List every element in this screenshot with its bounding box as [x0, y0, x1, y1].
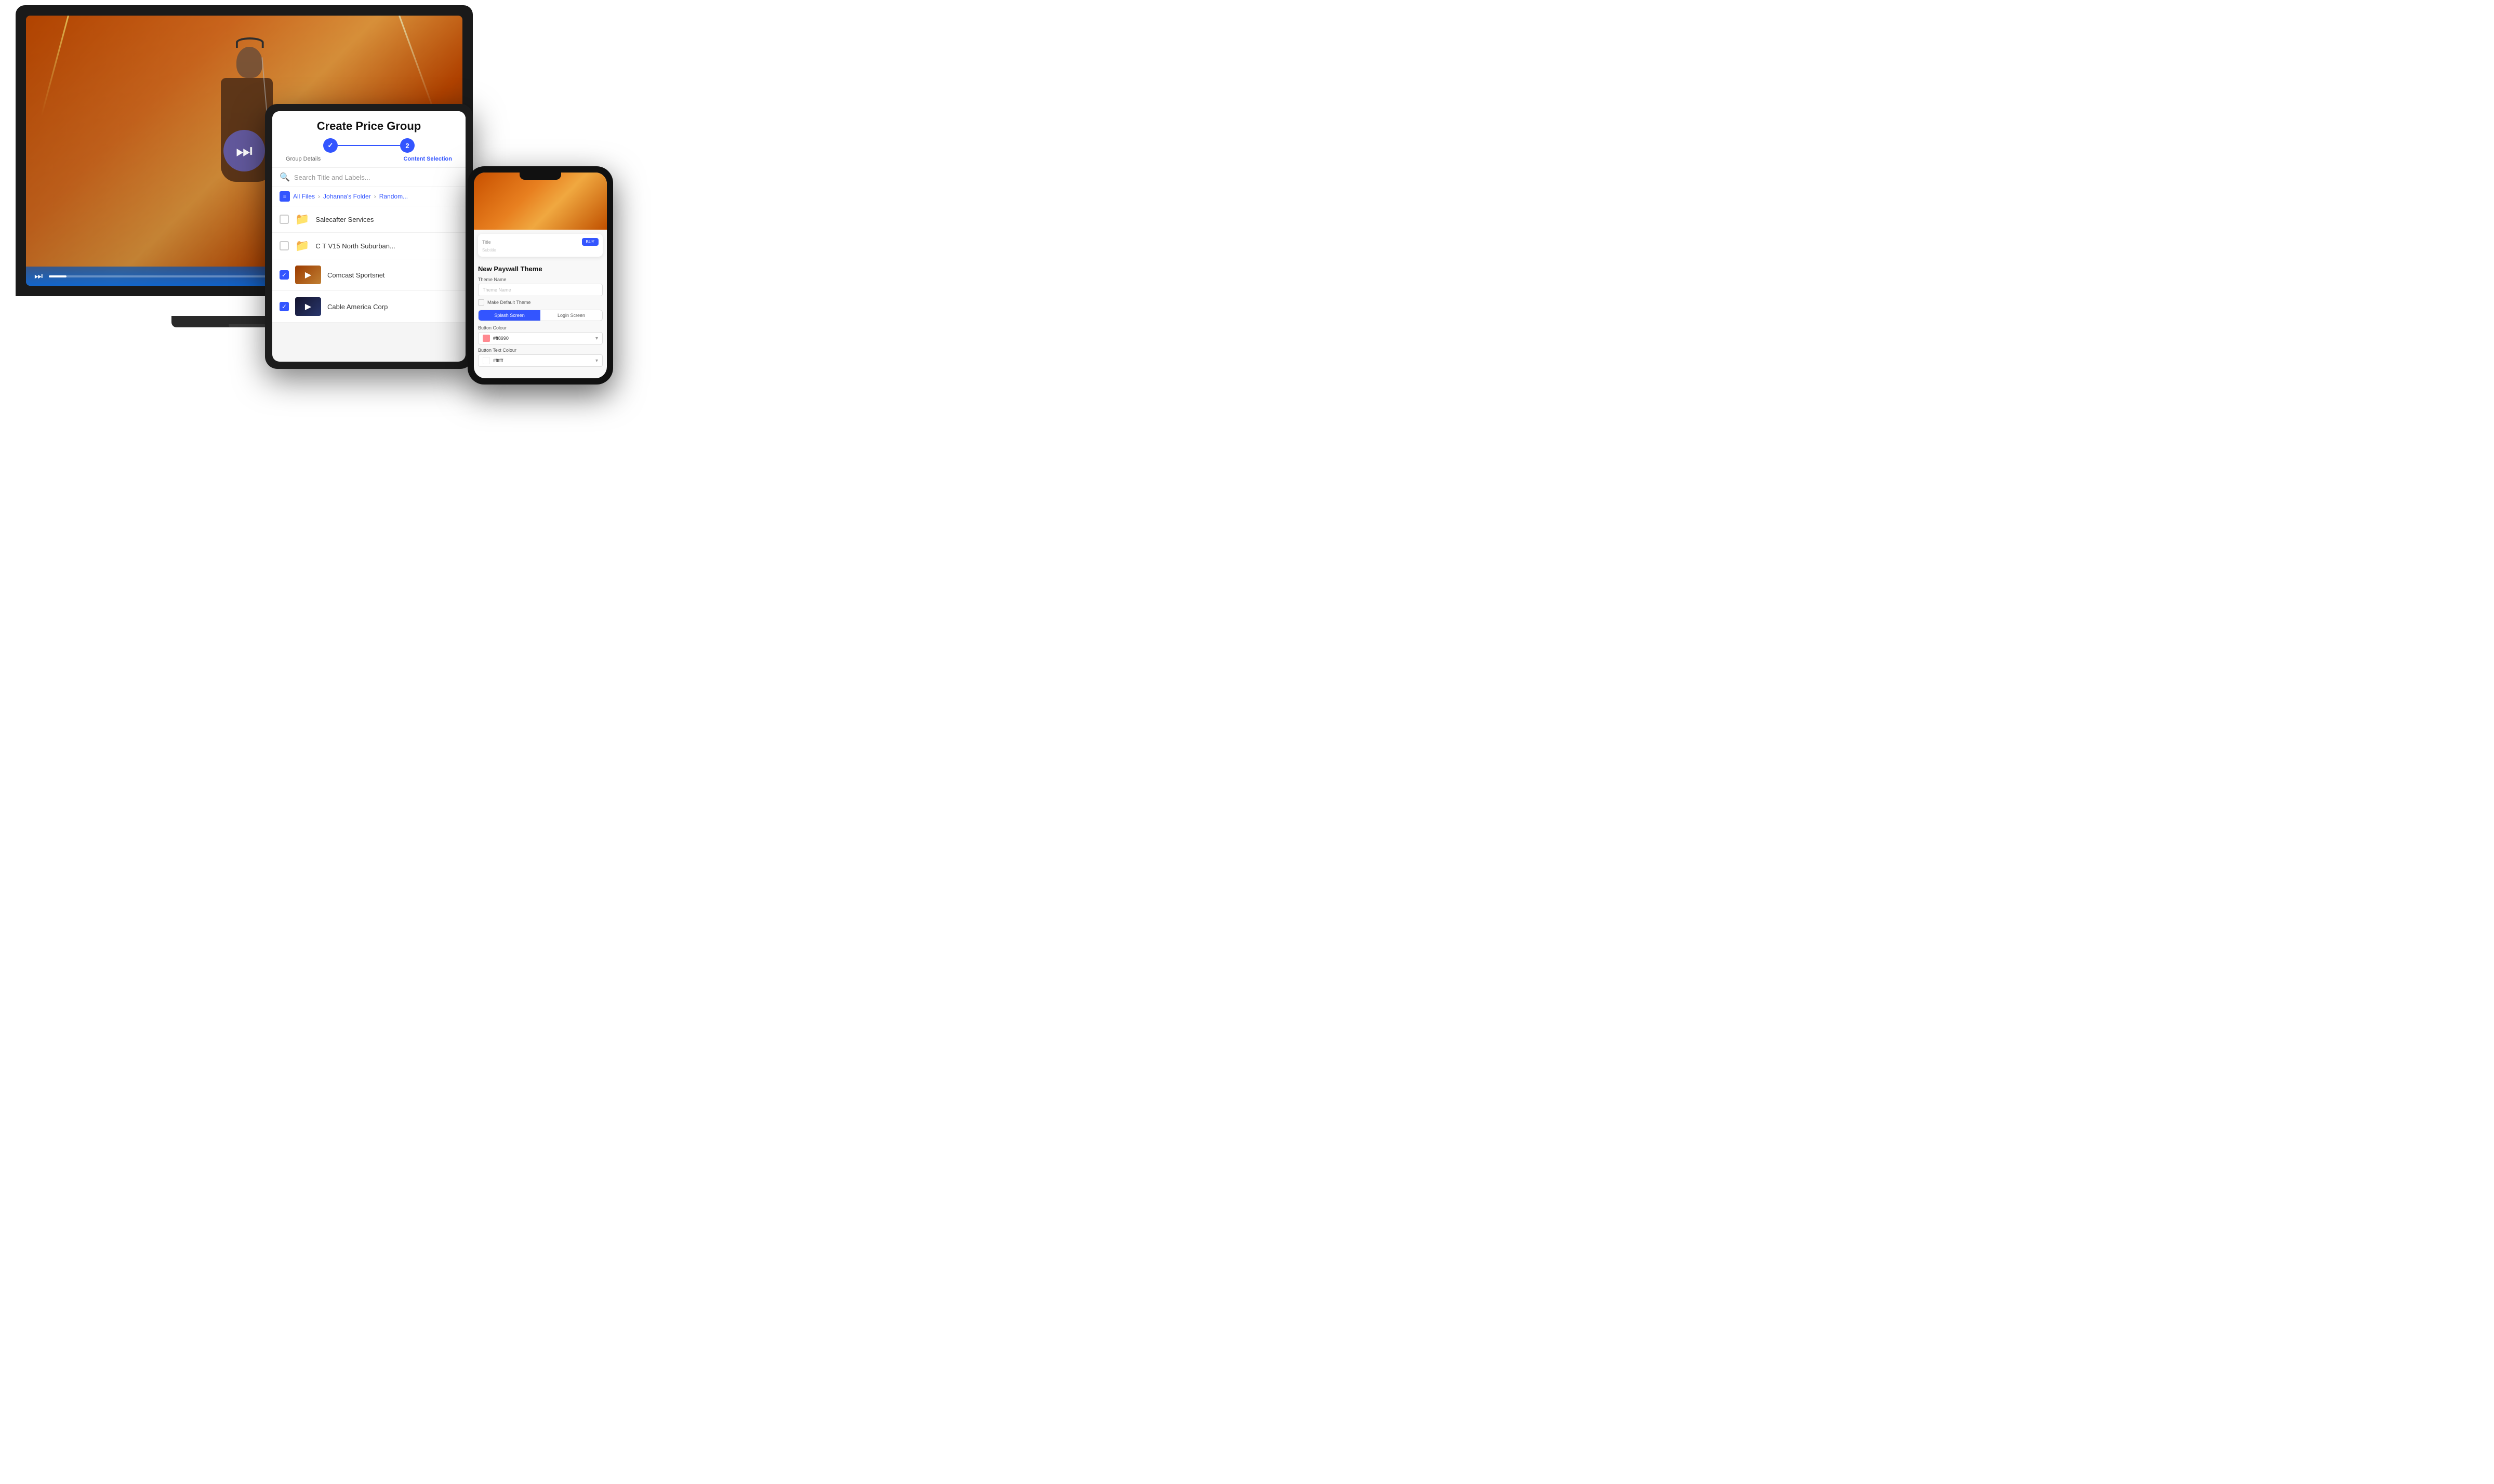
folder-icon-1: 📁	[295, 213, 309, 226]
file-list: 📁 Salecafter Services 📁 C T V15 North Su…	[272, 206, 466, 323]
file-checkbox-4[interactable]: ✓	[280, 302, 289, 311]
breadcrumb-sep2: ›	[374, 193, 376, 200]
breadcrumb-part2[interactable]: Johanna's Folder	[323, 193, 371, 200]
breadcrumb-part3[interactable]: Random...	[379, 193, 408, 200]
phone-screen: Title BUY Subtitle New Paywall Theme The…	[474, 173, 607, 378]
progress-fill	[49, 275, 67, 277]
step-2-circle: 2	[400, 138, 415, 153]
buy-button[interactable]: BUY	[582, 238, 599, 246]
breadcrumb-part1[interactable]: All Files	[293, 193, 315, 200]
screen-tabs: Splash Screen Login Screen	[478, 310, 603, 321]
button-text-value: #ffffff	[493, 358, 503, 363]
file-name-4: Cable America Corp	[327, 303, 458, 311]
button-text-picker[interactable]: #ffffff ▾	[478, 354, 603, 367]
default-theme-checkbox[interactable]	[478, 299, 484, 306]
file-row: 📁 Salecafter Services	[272, 206, 466, 233]
form-section-title: New Paywall Theme	[478, 265, 603, 273]
breadcrumb-bar: ≡ All Files › Johanna's Folder › Random.…	[272, 187, 466, 206]
tab-splash-screen[interactable]: Splash Screen	[479, 310, 540, 321]
play-button[interactable]: ⏭	[34, 271, 43, 282]
default-theme-label: Make Default Theme	[487, 300, 530, 305]
video-thumb-4: ▶	[295, 297, 321, 316]
breadcrumb-sep1: ›	[318, 193, 320, 200]
theme-name-input[interactable]: Theme Name	[478, 284, 603, 296]
step-2-label: Content Selection	[403, 156, 452, 162]
file-checkbox-2[interactable]	[280, 241, 289, 250]
file-name-2: C T V15 North Suburban...	[315, 242, 458, 250]
file-checkbox-3[interactable]: ✓	[280, 270, 289, 280]
button-colour-value: #ff8990	[493, 336, 509, 341]
phone-video-header	[474, 173, 607, 230]
default-theme-row: Make Default Theme	[478, 299, 603, 306]
play-skip-button[interactable]	[223, 130, 265, 171]
step-connector	[338, 145, 400, 146]
folder-icon: ≡	[280, 191, 290, 202]
phone-form: New Paywall Theme Theme Name Theme Name …	[474, 261, 607, 378]
folder-icon-2: 📁	[295, 239, 309, 253]
tablet: Create Price Group ✓ 2 Group Details Con…	[265, 104, 473, 369]
step-1-circle: ✓	[323, 138, 338, 153]
button-colour-picker[interactable]: #ff8990 ▾	[478, 332, 603, 344]
thumb-play-3: ▶	[295, 266, 321, 284]
file-name-3: Comcast Sportsnet	[327, 271, 458, 279]
theme-name-label: Theme Name	[478, 277, 603, 282]
file-row: ✓ ▶ Cable America Corp	[272, 291, 466, 323]
phone-paywall-card: Title BUY Subtitle	[478, 234, 603, 257]
file-row: 📁 C T V15 North Suburban...	[272, 233, 466, 259]
color-row: #ff8990	[483, 335, 509, 342]
button-text-label: Button Text Colour	[478, 348, 603, 353]
color-swatch-button	[483, 335, 490, 342]
phone: Title BUY Subtitle New Paywall Theme The…	[468, 166, 613, 385]
chevron-down-icon: ▾	[595, 336, 598, 341]
scene: ⏭ 0:15 🔊 ⏪ Create Price Group	[0, 0, 624, 371]
file-row: ✓ ▶ Comcast Sportsnet	[272, 259, 466, 291]
search-input[interactable]: Search Title and Labels...	[294, 174, 458, 181]
tablet-header: Create Price Group ✓ 2 Group Details Con…	[272, 111, 466, 168]
file-checkbox-1[interactable]	[280, 215, 289, 224]
file-name-1: Salecafter Services	[315, 216, 458, 223]
video-thumb-3: ▶	[295, 266, 321, 284]
phone-card-row: Title BUY	[482, 238, 599, 246]
step-labels: Group Details Content Selection	[281, 156, 457, 162]
paywall-card-subtitle: Subtitle	[482, 248, 599, 253]
paywall-card-title: Title	[482, 240, 491, 245]
search-icon: 🔍	[280, 172, 290, 182]
chevron-down-icon-2: ▾	[595, 358, 598, 364]
color-swatch-text	[483, 357, 490, 364]
create-price-group-title: Create Price Group	[281, 120, 457, 133]
phone-video-gradient	[474, 173, 607, 230]
color-row-text: #ffffff	[483, 357, 503, 364]
button-colour-label: Button Colour	[478, 325, 603, 330]
tab-login-screen[interactable]: Login Screen	[540, 310, 602, 321]
step-1-label: Group Details	[286, 156, 321, 162]
stepper: ✓ 2	[281, 138, 457, 153]
phone-notch	[520, 173, 561, 180]
search-bar: 🔍 Search Title and Labels...	[272, 168, 466, 187]
theme-name-placeholder: Theme Name	[483, 287, 511, 293]
tablet-screen: Create Price Group ✓ 2 Group Details Con…	[272, 111, 466, 362]
thumb-play-4: ▶	[295, 297, 321, 316]
